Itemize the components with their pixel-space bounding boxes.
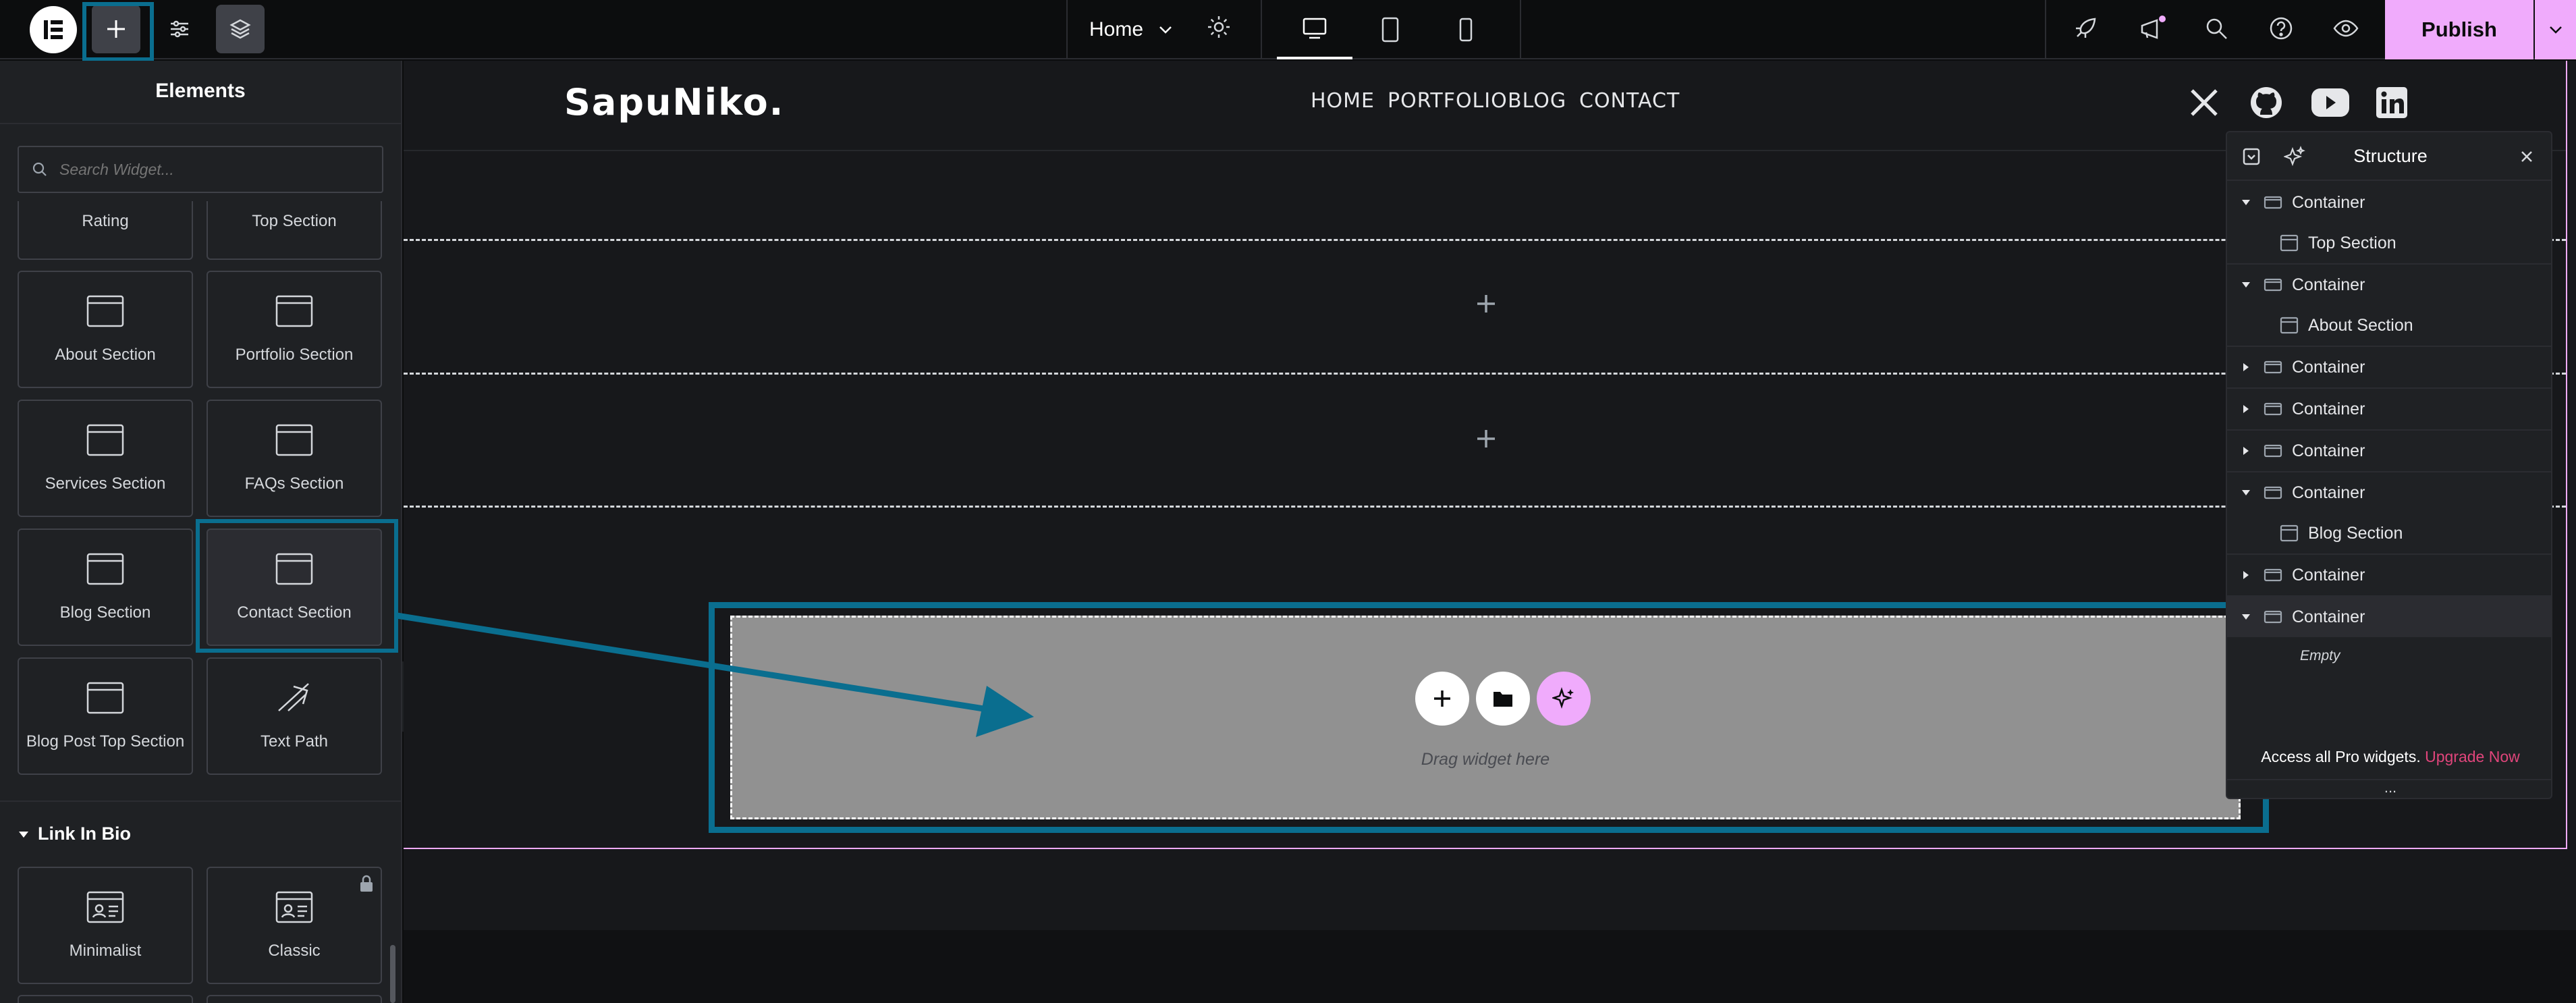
row-label: Container [2292,441,2365,460]
drag-arrow [396,612,1034,737]
section-template-icon [2280,234,2299,252]
row-label: About Section [2308,315,2413,335]
container-icon [2264,278,2282,292]
structure-row[interactable]: Top Section [2227,223,2551,263]
container-icon [2264,486,2282,499]
structure-header: Structure [2227,132,2551,181]
caret-down-icon[interactable] [2241,487,2251,498]
caret-down-icon[interactable] [2241,197,2251,208]
container-icon [2264,360,2282,374]
container-icon [2264,402,2282,416]
structure-title: Structure [2353,146,2428,166]
row-label: Container [2292,607,2365,626]
row-label: Container [2292,399,2365,418]
more-handle[interactable]: ... [2227,779,2551,796]
row-label: Top Section [2308,233,2396,252]
caret-right-icon[interactable] [2241,445,2251,456]
promo-text: Access all Pro widgets. [2261,748,2421,765]
structure-row[interactable]: About Section [2227,305,2551,346]
section-template-icon [2280,524,2299,542]
section-template-icon [2280,317,2299,334]
container-icon [2264,444,2282,458]
caret-right-icon[interactable] [2241,362,2251,373]
container-icon [2264,196,2282,209]
structure-row[interactable]: Container [2227,347,2551,387]
container-icon [2264,568,2282,582]
row-label: Container [2292,357,2365,377]
structure-row[interactable]: Container [2227,472,2551,513]
caret-right-icon[interactable] [2241,570,2251,580]
structure-row[interactable]: Blog Section [2227,513,2551,553]
pro-promo: Access all Pro widgets. Upgrade Now [2227,748,2551,766]
structure-row[interactable]: Container [2227,431,2551,471]
structure-row[interactable]: Container [2227,182,2551,223]
structure-row[interactable]: Container [2227,389,2551,429]
row-label: Blog Section [2308,523,2403,543]
upgrade-link[interactable]: Upgrade Now [2425,748,2520,765]
row-label: Container [2292,192,2365,212]
empty-label: Empty [2300,648,2340,663]
row-label: Container [2292,275,2365,294]
caret-down-icon[interactable] [2241,612,2251,622]
structure-panel: Structure Container Top Section Containe… [2226,131,2552,799]
container-icon [2264,610,2282,624]
caret-right-icon[interactable] [2241,404,2251,414]
structure-row[interactable]: Container [2227,555,2551,595]
close-icon[interactable] [2519,148,2535,165]
structure-row[interactable]: Container [2227,265,2551,305]
row-label: Container [2292,565,2365,585]
structure-row-selected[interactable]: Container [2227,597,2551,637]
caret-down-icon[interactable] [2241,279,2251,290]
row-label: Container [2292,483,2365,502]
